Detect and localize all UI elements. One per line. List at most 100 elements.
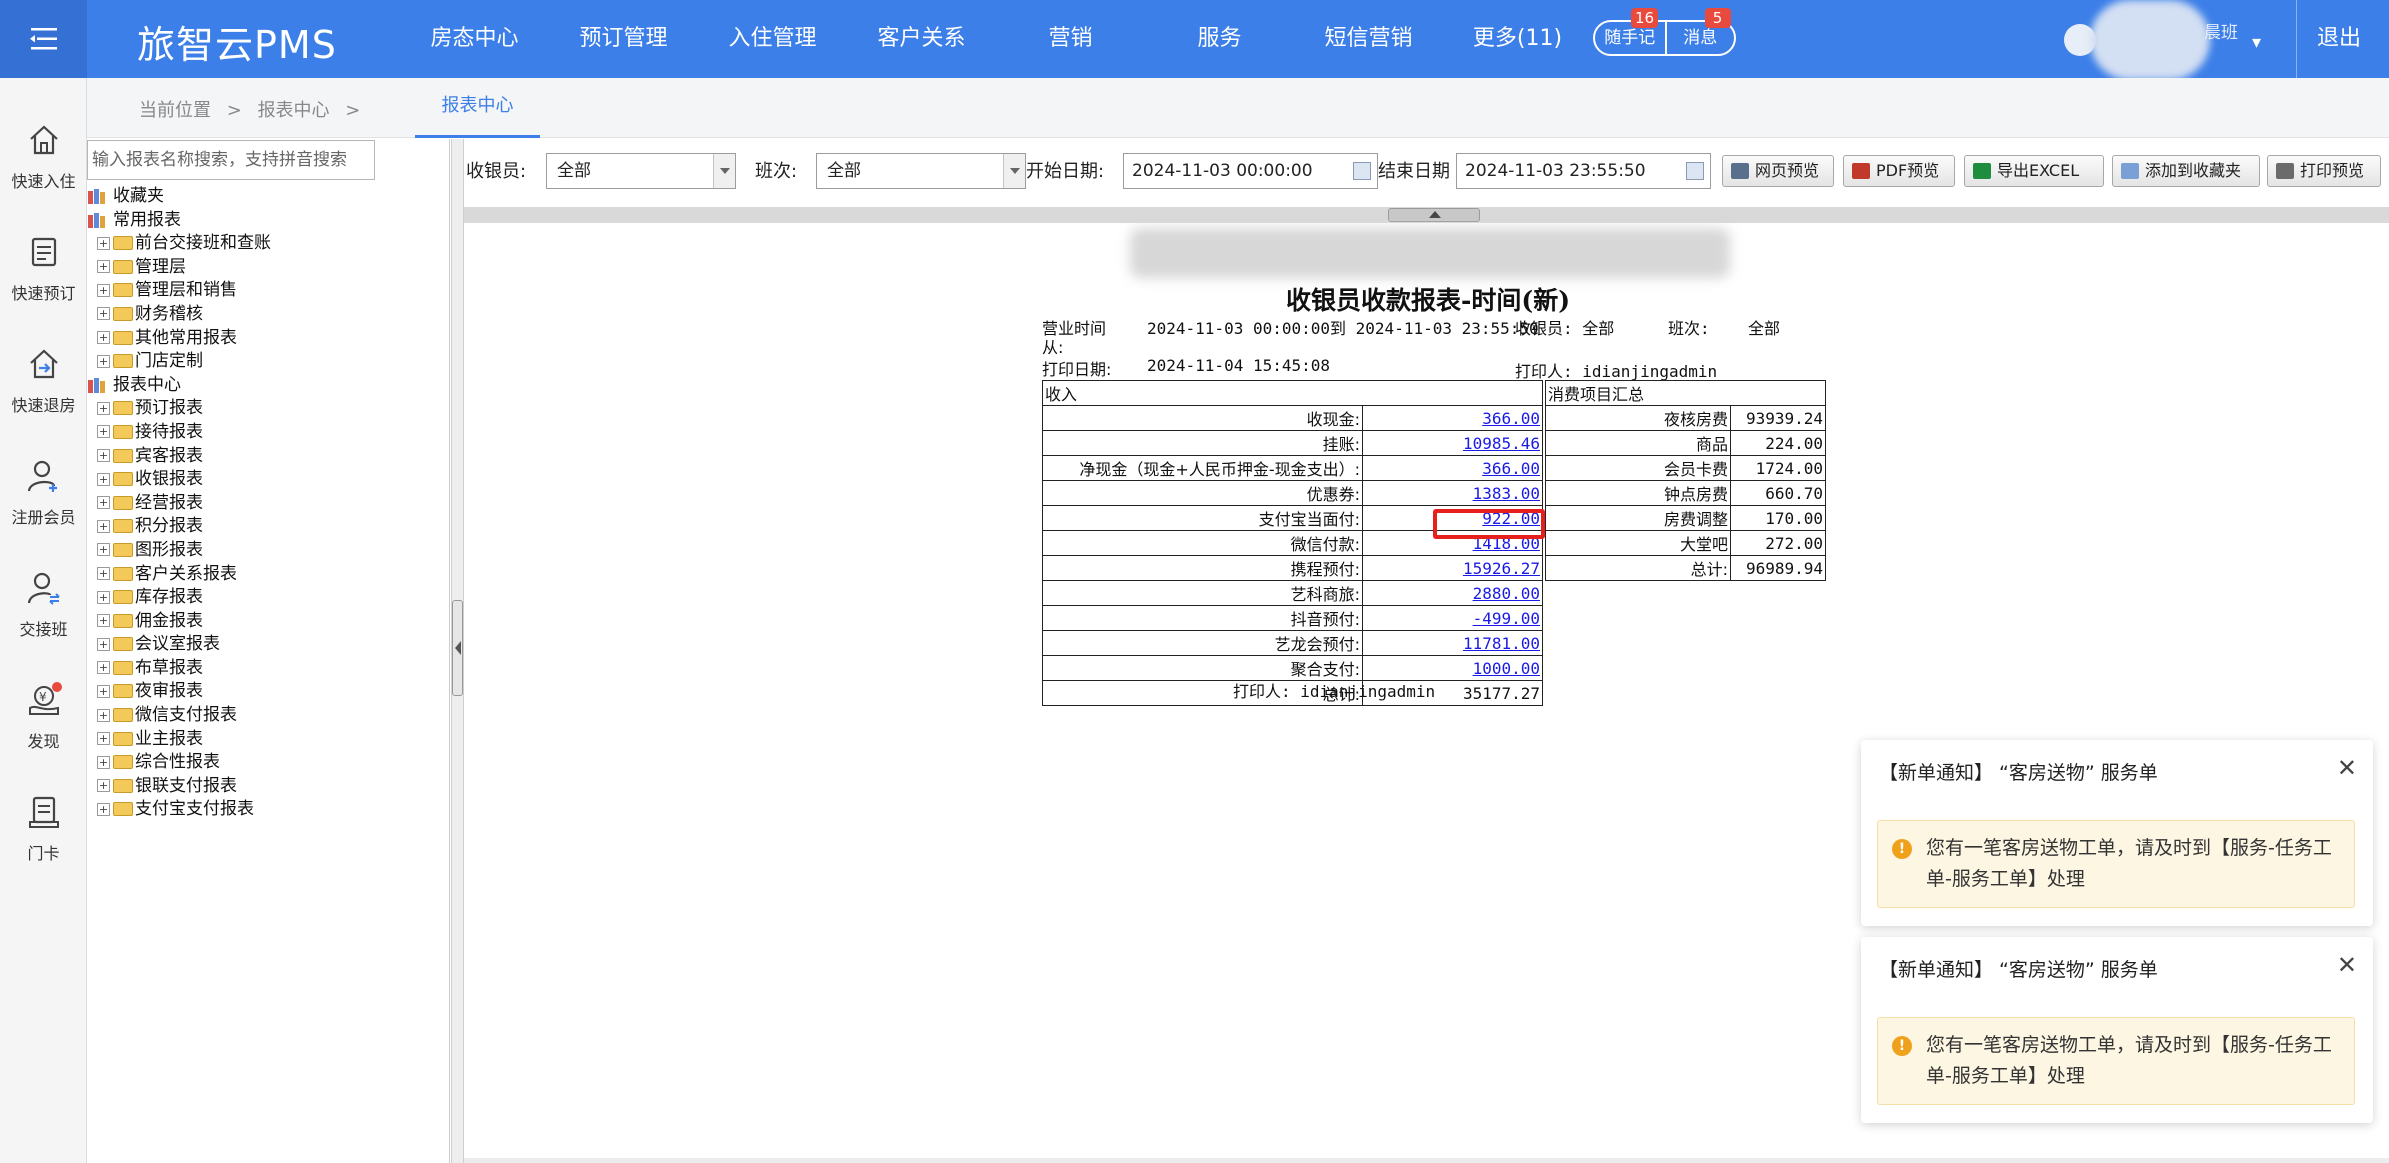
income-value-link[interactable]: -499.00 [1473, 609, 1540, 628]
expand-icon[interactable]: + [97, 590, 110, 604]
notes-button[interactable]: 16 随手记 [1595, 8, 1665, 54]
tree-item[interactable]: + 微信支付报表 [87, 704, 450, 728]
tree-item[interactable]: + 前台交接班和查账 [87, 232, 450, 256]
income-value[interactable]: 1000.00 [1362, 655, 1543, 681]
income-value-link[interactable]: 366.00 [1482, 409, 1540, 428]
tree-item[interactable]: + 门店定制 [87, 350, 450, 374]
income-value-link[interactable]: 1383.00 [1473, 484, 1540, 503]
nav-room-status[interactable]: 房态中心 [400, 0, 549, 78]
logout-button[interactable]: 退出 [2296, 0, 2361, 78]
pdf-preview-button[interactable]: PDF预览 [1843, 155, 1955, 187]
tree-item[interactable]: + 图形报表 [87, 539, 450, 563]
tree-item[interactable]: + 财务稽核 [87, 303, 450, 327]
tree-item[interactable]: + 库存报表 [87, 586, 450, 610]
expand-icon[interactable]: + [97, 637, 110, 651]
tree-item[interactable]: + 收银报表 [87, 468, 450, 492]
end-date-input[interactable]: 2024-11-03 23:55:50 [1456, 153, 1711, 189]
expand-icon[interactable]: + [97, 543, 110, 557]
expand-icon[interactable]: + [97, 307, 110, 321]
calendar-icon[interactable] [1353, 162, 1371, 180]
expand-icon[interactable]: + [97, 260, 110, 274]
tree-item[interactable]: + 综合性报表 [87, 751, 450, 775]
web-preview-button[interactable]: 网页预览 [1722, 155, 1834, 187]
tree-item[interactable]: + 客户关系报表 [87, 563, 450, 587]
cashier-select[interactable]: 全部 [546, 153, 736, 189]
chevron-down-icon[interactable] [1003, 154, 1025, 188]
income-value-link[interactable]: 11781.00 [1463, 634, 1540, 653]
income-value-link[interactable]: 10985.46 [1463, 434, 1540, 453]
expand-icon[interactable]: + [97, 519, 110, 533]
sidebar-item-discover[interactable]: ¥ 发现 [0, 682, 87, 782]
close-icon[interactable]: ✕ [2337, 754, 2357, 782]
expand-icon[interactable]: + [97, 779, 110, 793]
nav-more[interactable]: 更多(11) [1443, 0, 1592, 78]
sidebar-item-door-card[interactable]: 门卡 [0, 794, 87, 894]
add-favorite-button[interactable]: 添加到收藏夹 [2112, 155, 2260, 187]
expand-icon[interactable]: + [97, 732, 110, 746]
expand-icon[interactable]: + [97, 684, 110, 698]
tree-item[interactable]: + 业主报表 [87, 728, 450, 752]
user-menu[interactable]: 晨班 ▾ [2060, 0, 2290, 80]
expand-icon[interactable]: + [97, 425, 110, 439]
print-preview-button[interactable]: 打印预览 [2267, 155, 2381, 187]
notification-body[interactable]: ! 您有一笔客房送物工单，请及时到【服务-任务工单-服务工单】处理 [1877, 820, 2355, 908]
sidebar-item-shift-handover[interactable]: 交接班 [0, 570, 87, 670]
expand-icon[interactable]: + [97, 661, 110, 675]
tree-item[interactable]: + 其他常用报表 [87, 327, 450, 351]
expand-icon[interactable]: + [97, 331, 110, 345]
tree-item[interactable]: + 布草报表 [87, 657, 450, 681]
tab-report-center[interactable]: 报表中心 [415, 78, 540, 138]
tree-item[interactable]: + 佣金报表 [87, 610, 450, 634]
tree-group[interactable]: 收藏夹 [87, 185, 450, 209]
expand-icon[interactable]: + [97, 496, 110, 510]
tree-item[interactable]: + 接待报表 [87, 421, 450, 445]
tree-item[interactable]: + 夜审报表 [87, 680, 450, 704]
income-value[interactable]: 10985.46 [1362, 430, 1543, 456]
tree-item[interactable]: + 银联支付报表 [87, 775, 450, 799]
nav-checkin[interactable]: 入住管理 [698, 0, 847, 78]
income-value[interactable]: -499.00 [1362, 605, 1543, 631]
expand-icon[interactable]: + [97, 354, 110, 368]
income-value-link[interactable]: 2880.00 [1473, 584, 1540, 603]
tree-item[interactable]: + 预订报表 [87, 397, 450, 421]
expand-icon[interactable]: + [97, 708, 110, 722]
tree-item[interactable]: + 支付宝支付报表 [87, 798, 450, 822]
tree-item[interactable]: + 宾客报表 [87, 445, 450, 469]
expand-icon[interactable]: + [97, 449, 110, 463]
collapse-left-icon[interactable] [452, 600, 463, 696]
tree-item[interactable]: + 管理层和销售 [87, 279, 450, 303]
nav-marketing[interactable]: 营销 [996, 0, 1145, 78]
collapse-up-icon[interactable] [1388, 208, 1480, 222]
expand-icon[interactable]: + [97, 283, 110, 297]
tree-item[interactable]: + 管理层 [87, 256, 450, 280]
expand-icon[interactable]: + [97, 567, 110, 580]
notification-body[interactable]: ! 您有一笔客房送物工单，请及时到【服务-任务工单-服务工单】处理 [1877, 1017, 2355, 1105]
expand-icon[interactable]: + [97, 472, 110, 486]
income-value[interactable]: 366.00 [1362, 455, 1543, 481]
caret-down-icon[interactable]: ▾ [2252, 32, 2261, 53]
tree-item[interactable]: + 积分报表 [87, 515, 450, 539]
expand-icon[interactable]: + [97, 755, 110, 769]
nav-sms[interactable]: 短信营销 [1294, 0, 1443, 78]
tree-item[interactable]: + 经营报表 [87, 492, 450, 516]
tree-group[interactable]: 报表中心 [87, 374, 450, 398]
messages-button[interactable]: 5 消息 [1664, 8, 1735, 54]
income-value-link[interactable]: 366.00 [1482, 459, 1540, 478]
chevron-down-icon[interactable] [713, 154, 735, 188]
income-value[interactable]: 1383.00 [1362, 480, 1543, 506]
sidebar-item-register-member[interactable]: 注册会员 [0, 458, 87, 558]
breadcrumb-report-center[interactable]: 报表中心 [258, 100, 330, 121]
sidebar-item-quick-checkin[interactable]: 快速入住 [0, 122, 87, 222]
report-search-input[interactable] [87, 140, 375, 180]
income-value-link[interactable]: 1000.00 [1473, 659, 1540, 678]
shift-select[interactable]: 全部 [816, 153, 1026, 189]
nav-service[interactable]: 服务 [1145, 0, 1294, 78]
nav-crm[interactable]: 客户关系 [847, 0, 996, 78]
horizontal-scrollbar[interactable] [464, 1158, 2389, 1163]
expand-icon[interactable]: + [97, 614, 110, 628]
expand-icon[interactable]: + [97, 401, 110, 415]
tree-group[interactable]: 常用报表 [87, 209, 450, 233]
sidebar-item-quick-checkout[interactable]: 快速退房 [0, 346, 87, 446]
start-date-input[interactable]: 2024-11-03 00:00:00 [1123, 153, 1378, 189]
expand-icon[interactable]: + [97, 802, 110, 816]
